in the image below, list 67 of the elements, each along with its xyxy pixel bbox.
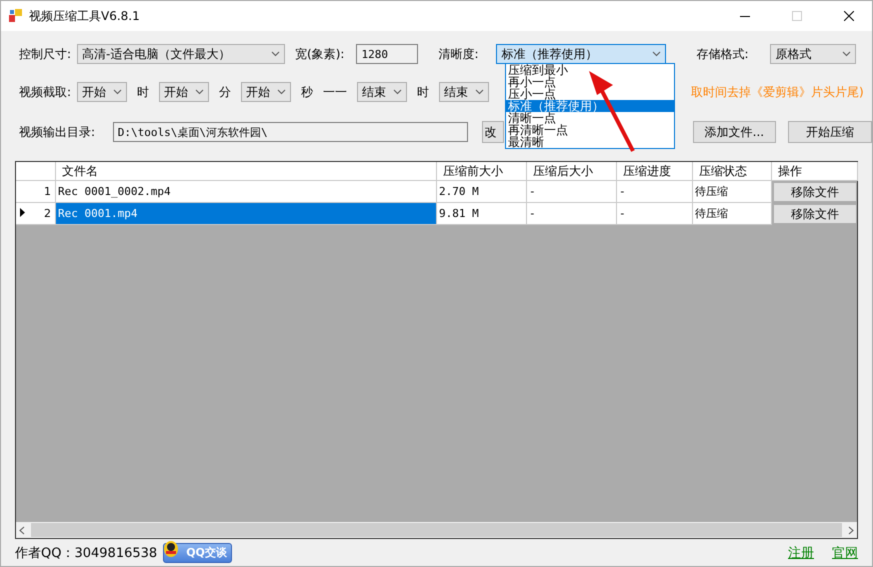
column-header: 压缩状态 [693, 162, 772, 181]
size-label: 控制尺寸: [19, 46, 72, 62]
chevron-down-icon [475, 89, 484, 95]
table-cell: 9.81 M [437, 203, 527, 225]
column-header: 文件名 [56, 162, 437, 181]
trim-label: 视频截取: [19, 84, 72, 100]
column-header: 操作 [772, 162, 858, 181]
start-compress-button[interactable]: 开始压缩 [788, 121, 872, 143]
column-header: 压缩前大小 [437, 162, 527, 181]
app-icon [9, 9, 23, 23]
width-label: 宽(象素): [295, 46, 344, 62]
row-pointer-icon [20, 208, 25, 217]
chevron-down-icon [195, 89, 204, 95]
chevron-down-icon [393, 89, 402, 95]
chevron-down-icon [277, 89, 286, 95]
unit-label: 时 [417, 84, 430, 100]
table-cell: 待压缩 [693, 181, 772, 203]
table-cell: Rec 0001.mp4 [56, 203, 437, 225]
output-dir-label: 视频输出目录: [19, 124, 96, 140]
size-dropdown[interactable]: 高清-适合电脑（文件最大） [77, 44, 286, 64]
column-header: 压缩后大小 [527, 162, 617, 181]
penguin-icon [162, 540, 180, 558]
end-time-dropdown[interactable]: 结束 [439, 82, 490, 102]
footer-link[interactable]: 注册 [788, 544, 814, 562]
window-title: 视频压缩工具V6.8.1 [29, 8, 141, 24]
unit-label: 秒 [301, 84, 314, 100]
remove-file-button[interactable]: 移除文件 [773, 182, 857, 202]
chevron-down-icon [842, 51, 852, 57]
chevron-down-icon [271, 51, 280, 57]
add-files-button[interactable]: 添加文件... [692, 121, 776, 143]
chevron-down-icon [652, 51, 662, 57]
row-header: 2 [16, 203, 56, 225]
unit-label: 分 [219, 84, 232, 100]
format-label: 存储格式: [696, 46, 750, 62]
remove-file-button[interactable]: 移除文件 [773, 204, 857, 224]
table-cell: - [617, 203, 693, 225]
unit-label: 时 [137, 84, 150, 100]
format-dropdown[interactable]: 原格式 [770, 44, 856, 64]
row-header: 1 [16, 181, 56, 203]
table-cell: - [617, 181, 693, 203]
width-field[interactable]: 1280 [356, 44, 418, 64]
column-header: 压缩进度 [617, 162, 693, 181]
trim-hint-text: 取时间去掉《爱剪辑》片头片尾) [691, 84, 864, 100]
author-qq-text: 作者QQ：3049816538 [15, 544, 158, 562]
chevron-down-icon [113, 89, 122, 95]
chevron-left-icon[interactable] [19, 526, 25, 534]
table-cell: 待压缩 [693, 203, 772, 225]
start-time-dropdown[interactable]: 开始 [77, 82, 128, 102]
corner-cell [16, 162, 56, 181]
table-cell: 2.70 M [437, 181, 527, 203]
separator-label: 一一 [323, 84, 348, 100]
chevron-right-icon[interactable] [848, 526, 854, 534]
horizontal-scrollbar[interactable] [16, 522, 857, 538]
start-time-dropdown[interactable]: 开始 [159, 82, 210, 102]
end-time-dropdown[interactable]: 结束 [357, 82, 408, 102]
footer-link[interactable]: 官网 [832, 544, 858, 562]
output-path-field[interactable]: D:\tools\桌面\河东软件园\ [112, 122, 468, 142]
close-icon [844, 11, 854, 21]
change-button[interactable]: 改 [482, 121, 504, 143]
table-cell: - [527, 203, 617, 225]
table-cell: Rec 0001_0002.mp4 [56, 181, 437, 203]
clarity-label: 清晰度: [438, 46, 480, 62]
maximize-icon [792, 11, 802, 21]
clarity-option[interactable]: 标准（推荐使用） [506, 100, 674, 112]
start-time-dropdown[interactable]: 开始 [241, 82, 292, 102]
table-cell: - [527, 181, 617, 203]
clarity-dropdown[interactable]: 标准（推荐使用） [496, 44, 666, 64]
